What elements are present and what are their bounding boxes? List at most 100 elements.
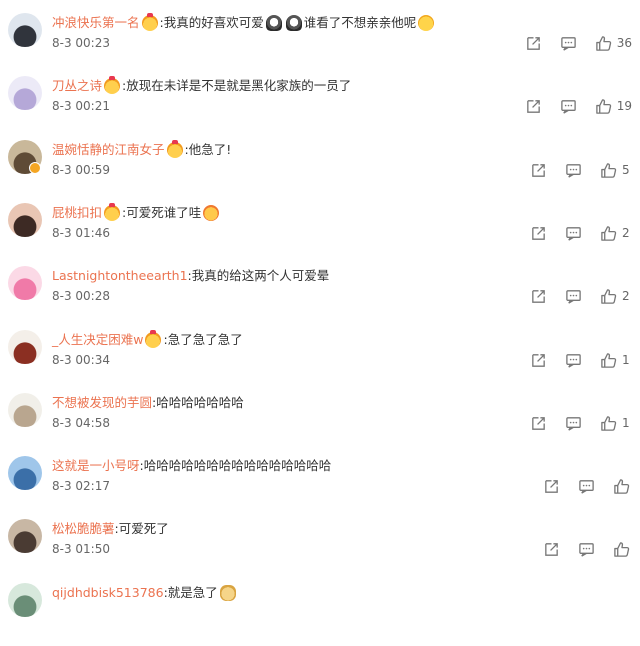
avatar-image [8,393,42,427]
like-count: 36 [616,36,632,50]
thumbs-up-icon[interactable]: 5 [600,162,632,179]
comment-timestamp: 8-3 00:23 [52,36,110,50]
username-link[interactable]: 屁桃扣扣 [52,203,102,223]
like-count: 1 [622,353,630,367]
thumbs-up-icon[interactable] [613,478,630,495]
comment-icon[interactable] [565,225,582,242]
comment-text: :哈哈哈哈哈哈哈哈哈哈哈哈哈哈哈 [139,458,332,473]
thumbs-up-icon[interactable]: 1 [600,415,632,432]
comment-item: Lastnightontheearth1:我真的给这两个人可爱晕 8-3 00:2… [0,266,640,329]
comment-icon[interactable] [565,288,582,305]
comment-actions: 19 [507,95,632,117]
avatar[interactable] [8,266,42,300]
username-link[interactable]: _人生决定困难w [52,330,143,350]
share-icon[interactable] [543,478,560,495]
username-link[interactable]: 刀丛之诗 [52,76,102,96]
comment-text: :他急了! [184,142,232,157]
comment-actions [525,538,630,560]
avatar-image [8,266,42,300]
avatar[interactable] [8,76,42,110]
share-icon[interactable] [530,288,547,305]
avatar[interactable] [8,13,42,47]
ghost-emoji-icon [265,15,282,31]
username-link[interactable]: 不想被发现的芋圆 [52,393,152,413]
thumbs-up-icon[interactable] [613,541,630,558]
comment-actions [525,475,630,497]
comment-icon[interactable] [578,541,595,558]
dog-emoji-icon [219,585,236,601]
comment-text: :我真的好喜欢可爱 [159,15,264,30]
thumbs-up-icon[interactable]: 2 [600,288,632,305]
avatar[interactable] [8,456,42,490]
comment-icon[interactable] [560,98,577,115]
avatar[interactable] [8,519,42,553]
avatar-image [8,203,42,237]
comment-icon[interactable] [565,162,582,179]
comment-item: 这就是一小号呀:哈哈哈哈哈哈哈哈哈哈哈哈哈哈哈 8-3 02:17 [0,456,640,519]
comment-item: 刀丛之诗:放现在未详是不是就是黑化家族的一员了 8-3 00:21 19 [0,76,640,139]
share-icon[interactable] [543,541,560,558]
share-icon[interactable] [530,415,547,432]
avatar-image [8,76,42,110]
comment-item: qijdhdbisk513786:就是急了 [0,583,640,646]
comment-line: 这就是一小号呀:哈哈哈哈哈哈哈哈哈哈哈哈哈哈哈 [52,456,331,476]
share-icon[interactable] [525,98,542,115]
comment-item: 屁桃扣扣 :可爱死谁了哇 8-3 01:46 2 [0,203,640,266]
username-link[interactable]: 冲浪快乐第一名 [52,13,140,33]
comment-timestamp: 8-3 00:28 [52,289,110,303]
comment-line: 温婉恬静的江南女子 :他急了! [52,140,231,160]
comment-actions: 1 [512,412,632,434]
comment-line: 刀丛之诗:放现在未详是不是就是黑化家族的一员了 [52,76,351,96]
username-link[interactable]: 这就是一小号呀 [52,456,140,476]
comment-text: :可爱死谁了哇 [122,205,202,220]
username-link[interactable]: Lastnightontheearth1 [52,266,188,286]
username-link[interactable]: 温婉恬静的江南女子 [52,140,165,160]
comment-actions: 2 [512,222,632,244]
comment-text: :可爱死了 [114,521,169,536]
comment-line: _人生决定困难w:急了急了急了 [52,330,243,350]
comment-actions: 36 [507,32,632,54]
avatar[interactable] [8,393,42,427]
thumbs-up-icon[interactable]: 2 [600,225,632,242]
avatar-image [8,456,42,490]
avatar[interactable] [8,583,42,617]
comment-text: :就是急了 [163,585,218,600]
comment-icon[interactable] [565,352,582,369]
comment-timestamp: 8-3 01:50 [52,542,110,556]
avatar[interactable] [8,330,42,364]
crying-emoji-icon [418,15,435,31]
comment-icon[interactable] [560,35,577,52]
comment-actions: 1 [512,349,632,371]
comment-line: 松松脆脆薯:可爱死了 [52,519,169,539]
username-link[interactable]: qijdhdbisk513786 [52,583,164,603]
avatar[interactable] [8,203,42,237]
share-icon[interactable] [530,352,547,369]
like-count: 19 [616,99,632,113]
like-count: 2 [622,289,630,303]
share-icon[interactable] [525,35,542,52]
share-icon[interactable] [530,225,547,242]
comment-line: 不想被发现的芋圆:哈哈哈哈哈哈哈 [52,393,244,413]
comment-line: Lastnightontheearth1:我真的给这两个人可爱晕 [52,266,329,286]
username-link[interactable]: 松松脆脆薯 [52,519,115,539]
comment-item: 冲浪快乐第一名 :我真的好喜欢可爱 谁看了不想亲亲他呢 8-3 00:23 36 [0,13,640,76]
comment-text: :哈哈哈哈哈哈哈 [152,395,244,410]
comment-timestamp: 8-3 00:21 [52,99,110,113]
comment-line: 屁桃扣扣 :可爱死谁了哇 [52,203,221,223]
crown-emoji-icon [141,13,158,31]
share-icon[interactable] [530,162,547,179]
thumbs-up-icon[interactable]: 19 [595,98,632,115]
avatar-image [8,519,42,553]
comment-item: 不想被发现的芋圆:哈哈哈哈哈哈哈 8-3 04:58 1 [0,393,640,456]
comment-timestamp: 8-3 00:34 [52,353,110,367]
thumbs-up-icon[interactable]: 1 [600,352,632,369]
ghost-emoji-icon [285,15,302,31]
comment-timestamp: 8-3 01:46 [52,226,110,240]
thumbs-up-icon[interactable]: 36 [595,35,632,52]
comment-icon[interactable] [578,478,595,495]
comment-line: 冲浪快乐第一名 :我真的好喜欢可爱 谁看了不想亲亲他呢 [52,13,436,33]
comment-icon[interactable] [565,415,582,432]
crown-emoji-icon [166,140,183,158]
crown-emoji-icon [104,76,121,94]
comment-text: 谁看了不想亲亲他呢 [303,15,417,30]
